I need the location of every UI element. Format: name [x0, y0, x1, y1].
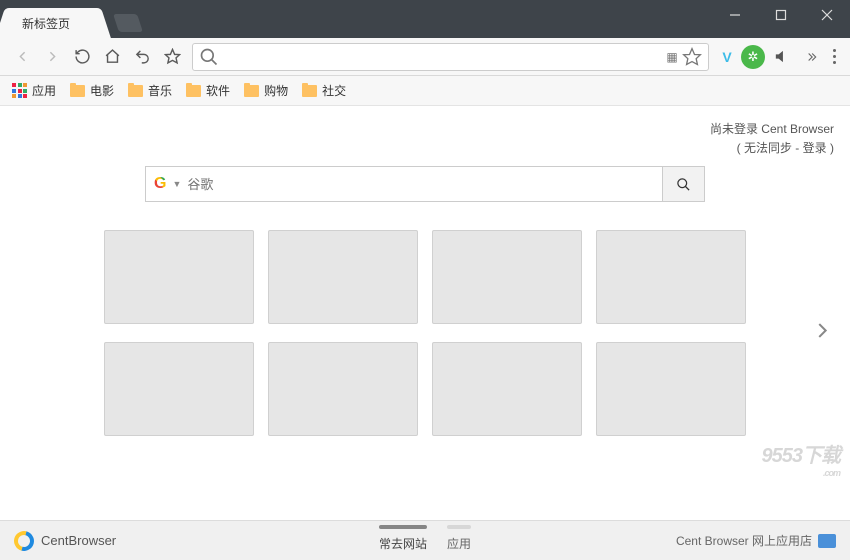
window-controls — [712, 0, 850, 30]
bookmark-folder[interactable]: 电影 — [70, 82, 114, 99]
home-button[interactable] — [98, 43, 126, 71]
qr-icon[interactable]: ▦ — [662, 47, 682, 67]
login-status: 尚未登录 Cent Browser ( 无法同步 - 登录 ) — [710, 120, 834, 158]
login-link[interactable]: 登录 — [803, 141, 827, 155]
speed-dial-tile[interactable] — [268, 342, 418, 436]
bookmark-folder[interactable]: 购物 — [244, 82, 288, 99]
google-logo-icon: G — [154, 175, 166, 193]
extension-globe-icon[interactable]: ✲ — [741, 45, 765, 69]
undo-close-tab-button[interactable] — [128, 43, 156, 71]
search-icon — [199, 47, 219, 67]
speed-dial-tile[interactable] — [596, 342, 746, 436]
speed-dial-tile[interactable] — [104, 230, 254, 324]
close-button[interactable] — [804, 0, 850, 30]
mute-button[interactable] — [767, 43, 795, 71]
webstore-icon — [818, 534, 836, 548]
footer-tab-most-visited[interactable]: 常去网站 — [379, 529, 427, 552]
bookmarks-bar: 应用 电影 音乐 软件 购物 社交 — [0, 76, 850, 106]
speed-dial-tile[interactable] — [432, 230, 582, 324]
speed-dial-tile[interactable] — [104, 342, 254, 436]
bookmark-folder[interactable]: 音乐 — [128, 82, 172, 99]
speed-dial-tile[interactable] — [432, 342, 582, 436]
footer-tabs: 常去网站 应用 — [379, 529, 471, 552]
bookmark-folder[interactable]: 软件 — [186, 82, 230, 99]
reload-button[interactable] — [68, 43, 96, 71]
folder-icon — [186, 85, 201, 97]
maximize-button[interactable] — [758, 0, 804, 30]
main-menu-button[interactable] — [827, 49, 842, 64]
folder-icon — [128, 85, 143, 97]
window-titlebar: 新标签页 — [0, 0, 850, 38]
new-tab-button[interactable] — [113, 14, 143, 32]
login-status-line1: 尚未登录 Cent Browser — [710, 120, 834, 139]
folder-icon — [302, 85, 317, 97]
search-engine-dropdown[interactable]: ▼ — [172, 179, 181, 189]
extension-v-icon[interactable]: V — [715, 45, 739, 69]
overflow-chevron[interactable] — [797, 43, 825, 71]
speed-dial-tile[interactable] — [268, 230, 418, 324]
brand-name: CentBrowser — [41, 533, 116, 548]
folder-icon — [70, 85, 85, 97]
tab-title: 新标签页 — [22, 15, 70, 32]
next-page-arrow[interactable] — [811, 320, 833, 347]
footer-bar: CentBrowser 常去网站 应用 Cent Browser 网上应用店 — [0, 520, 850, 560]
back-button[interactable] — [8, 43, 36, 71]
address-input[interactable] — [219, 49, 662, 64]
navigation-toolbar: ▦ V ✲ — [0, 38, 850, 76]
search-input[interactable] — [187, 177, 654, 192]
centbrowser-logo-icon — [10, 527, 37, 554]
address-bar[interactable]: ▦ — [192, 43, 709, 71]
search-row: G ▼ — [145, 166, 705, 202]
browser-tab[interactable]: 新标签页 — [8, 8, 98, 38]
forward-button[interactable] — [38, 43, 66, 71]
bookmark-folder[interactable]: 社交 — [302, 82, 346, 99]
apps-label: 应用 — [32, 82, 56, 99]
webstore-link[interactable]: Cent Browser 网上应用店 — [676, 532, 836, 549]
speed-dial-tile[interactable] — [596, 230, 746, 324]
speed-dial — [75, 230, 775, 436]
search-button[interactable] — [663, 166, 705, 202]
apps-grid-icon — [12, 83, 27, 98]
watermark: 9553下载 .com — [762, 439, 841, 478]
tile-grid — [75, 230, 775, 436]
login-status-line2: ( 无法同步 - 登录 ) — [710, 139, 834, 158]
minimize-button[interactable] — [712, 0, 758, 30]
search-box[interactable]: G ▼ — [145, 166, 663, 202]
bookmark-page-icon[interactable] — [682, 47, 702, 67]
footer-tab-apps[interactable]: 应用 — [447, 529, 471, 552]
apps-shortcut[interactable]: 应用 — [12, 82, 56, 99]
new-tab-content: 尚未登录 Cent Browser ( 无法同步 - 登录 ) G ▼ 9553… — [0, 106, 850, 520]
folder-icon — [244, 85, 259, 97]
brand: CentBrowser — [14, 531, 116, 551]
bookmark-star-button[interactable] — [158, 43, 186, 71]
